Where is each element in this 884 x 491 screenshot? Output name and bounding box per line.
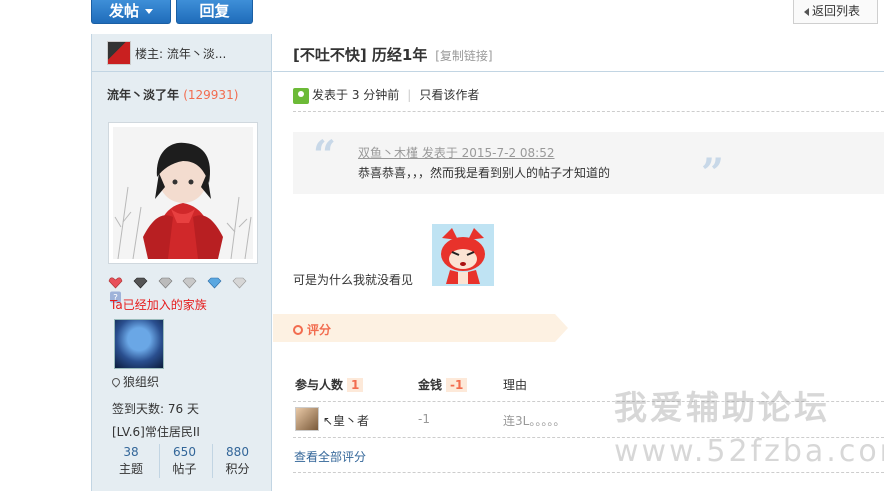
author-avatar[interactable] — [108, 122, 258, 264]
user-level: [LV.6]常住居民II — [112, 425, 200, 439]
thread-title: [不吐不快] 历经1年 — [293, 46, 428, 64]
author-header-label[interactable]: 楼主: 流年丶淡... — [135, 47, 226, 61]
rater-money: -1 — [418, 412, 430, 426]
author-number: (129931) — [183, 88, 239, 102]
only-author-link[interactable]: 只看该作者 — [419, 88, 479, 102]
quote-author-link[interactable]: 双鱼丶木槿 发表于 2015-7-2 08:52 — [358, 144, 555, 161]
rater-reason: 连3L。。。。。 — [503, 414, 566, 428]
stat-posts-label: 帖子 — [172, 462, 197, 476]
post-body-text: 可是为什么我就没看见 — [293, 273, 414, 287]
stat-points-value: 880 — [226, 445, 249, 459]
family-label: Ta已经加入的家族 — [110, 298, 207, 312]
stat-topics-label: 主题 — [118, 462, 143, 476]
quote-block: “ 双鱼丶木槿 发表于 2015-7-2 08:52 恭喜恭喜，，，然而我是看到… — [293, 132, 884, 194]
copy-link-button[interactable]: [复制链接] — [435, 49, 492, 63]
arrow-left-icon — [804, 7, 809, 16]
stat-topics[interactable]: 38 主题 — [106, 444, 156, 478]
quote-open-icon: “ — [313, 132, 337, 179]
group-link[interactable]: 狼组织 — [110, 373, 160, 390]
rating-footer-divider — [293, 472, 884, 473]
author-name-row: 流年丶淡了年 (129931) — [92, 72, 271, 108]
rating-title-text: 评分 — [307, 323, 332, 337]
silver-gem-medal-icon[interactable] — [158, 277, 173, 289]
chevron-down-icon — [145, 9, 153, 14]
back-to-list-label: 返回列表 — [812, 4, 861, 18]
rating-col-participants-label: 参与人数 — [295, 378, 344, 392]
stat-posts[interactable]: 650 帖子 — [159, 444, 209, 478]
post-meta: 发表于 3 分钟前 | 只看该作者 — [293, 86, 479, 104]
rater-avatar[interactable] — [295, 407, 319, 431]
stat-points-label: 积分 — [225, 462, 250, 476]
post-button-label: 发帖 — [108, 2, 139, 20]
group-avatar[interactable] — [114, 319, 164, 369]
view-all-ratings-link[interactable]: 查看全部评分 — [294, 448, 366, 465]
author-stats: 38 主题 650 帖子 880 积分 — [106, 444, 266, 480]
stat-posts-value: 650 — [173, 445, 196, 459]
pin-icon — [110, 376, 122, 388]
top-toolbar: 发帖 回复 返回列表 — [0, 0, 884, 32]
avatar-illustration — [113, 127, 253, 259]
meta-divider: | — [407, 88, 412, 102]
quote-text: 恭喜恭喜，，，然而我是看到别人的帖子才知道的 — [358, 166, 611, 180]
rating-col-reason: 理由 — [503, 378, 528, 392]
watermark-title: 我爱辅助论坛 — [614, 388, 830, 427]
blue-gem-medal-icon[interactable] — [207, 277, 222, 289]
rating-title: 评分 — [293, 321, 331, 338]
rater-name[interactable]: ↖皇丶者 — [323, 412, 369, 429]
red-heart-medal-icon[interactable] — [108, 277, 123, 289]
author-sidebar: 楼主: 流年丶淡... 流年丶淡了年 (129931) ? Ta已经加入的家族 … — [91, 34, 272, 491]
meta-divider-line — [293, 111, 884, 112]
medal-row: ? — [108, 275, 271, 303]
group-name: 狼组织 — [123, 375, 160, 389]
rating-col-participants[interactable]: 参与人数 1 — [295, 376, 364, 393]
money-total-badge: -1 — [446, 378, 468, 392]
reply-button[interactable]: 回复 — [176, 0, 253, 24]
watermark-url: www.52fzba.com — [614, 434, 884, 469]
participants-count-badge: 1 — [347, 378, 364, 392]
rating-col-money: 金钱 -1 — [418, 376, 468, 393]
stat-topics-value: 38 — [123, 445, 139, 459]
author-mini-avatar[interactable] — [107, 41, 131, 65]
back-to-list-button[interactable]: 返回列表 — [793, 0, 878, 24]
sidebar-header: 楼主: 流年丶淡... — [92, 34, 271, 72]
author-username[interactable]: 流年丶淡了年 — [107, 88, 179, 102]
thread-title-row: [不吐不快] 历经1年 [复制链接] — [273, 34, 884, 72]
stat-points[interactable]: 880 积分 — [212, 444, 262, 478]
silver-gem-medal-icon-2[interactable] — [182, 277, 197, 289]
rating-circle-icon — [293, 325, 303, 335]
fox-emoji-image — [432, 224, 494, 286]
author-number-value: 129931 — [187, 88, 234, 102]
dark-gem-medal-icon[interactable] — [133, 277, 148, 289]
grey-gem-medal-icon[interactable] — [232, 277, 247, 289]
rating-col-money-label: 金钱 — [418, 378, 443, 392]
checkin-days: 签到天数: 76 天 — [112, 402, 199, 416]
online-status-icon — [293, 87, 309, 104]
rating-header: 评分 — [273, 314, 568, 342]
post-time: 发表于 3 分钟前 — [312, 88, 400, 102]
quote-close-icon: ” — [701, 150, 725, 197]
post-button[interactable]: 发帖 — [91, 0, 171, 24]
